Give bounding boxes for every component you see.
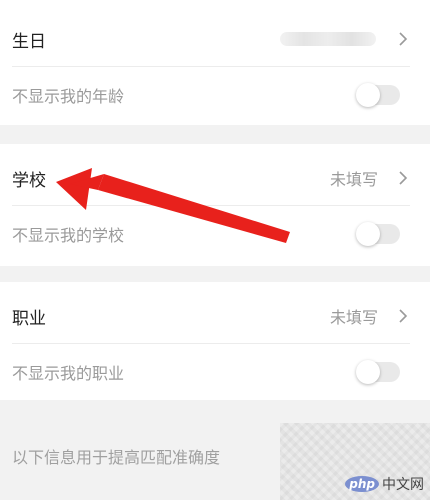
toggle-knob (356, 222, 380, 246)
hide-job-row: 不显示我的职业 (0, 341, 430, 403)
chevron-right-icon (399, 32, 408, 46)
toggle-knob (356, 360, 380, 384)
watermark: php 中文网 (345, 474, 424, 494)
birthday-row[interactable]: 生日 (0, 5, 430, 73)
birthday-value-blurred (280, 32, 376, 46)
watermark-text: 中文网 (382, 477, 424, 493)
hide-school-label: 不显示我的学校 (12, 226, 125, 245)
school-value: 未填写 (329, 170, 378, 189)
hide-age-toggle[interactable] (356, 83, 400, 107)
school-label: 学校 (12, 170, 46, 191)
school-row[interactable]: 学校 未填写 (0, 144, 430, 212)
hide-age-row: 不显示我的年龄 (0, 64, 430, 126)
job-section: 职业 未填写 不显示我的职业 (0, 282, 430, 403)
hide-job-label: 不显示我的职业 (12, 364, 125, 383)
hide-school-row: 不显示我的学校 (0, 203, 430, 265)
info-text: 以下信息用于提高匹配准确度 (12, 448, 221, 467)
chevron-right-icon (399, 171, 408, 185)
hide-age-label: 不显示我的年龄 (12, 87, 125, 106)
birthday-section: 生日 不显示我的年龄 (0, 0, 430, 125)
hide-job-toggle[interactable] (356, 360, 400, 384)
hide-school-toggle[interactable] (356, 222, 400, 246)
school-section: 学校 未填写 不显示我的学校 (0, 144, 430, 266)
job-value: 未填写 (329, 308, 378, 327)
birthday-label: 生日 (12, 31, 46, 52)
watermark-logo: php (345, 476, 379, 492)
chevron-right-icon (399, 309, 408, 323)
job-label: 职业 (12, 308, 46, 329)
toggle-knob (356, 83, 380, 107)
job-row[interactable]: 职业 未填写 (0, 282, 430, 350)
mosaic-blur-overlay: php 中文网 (280, 423, 430, 500)
